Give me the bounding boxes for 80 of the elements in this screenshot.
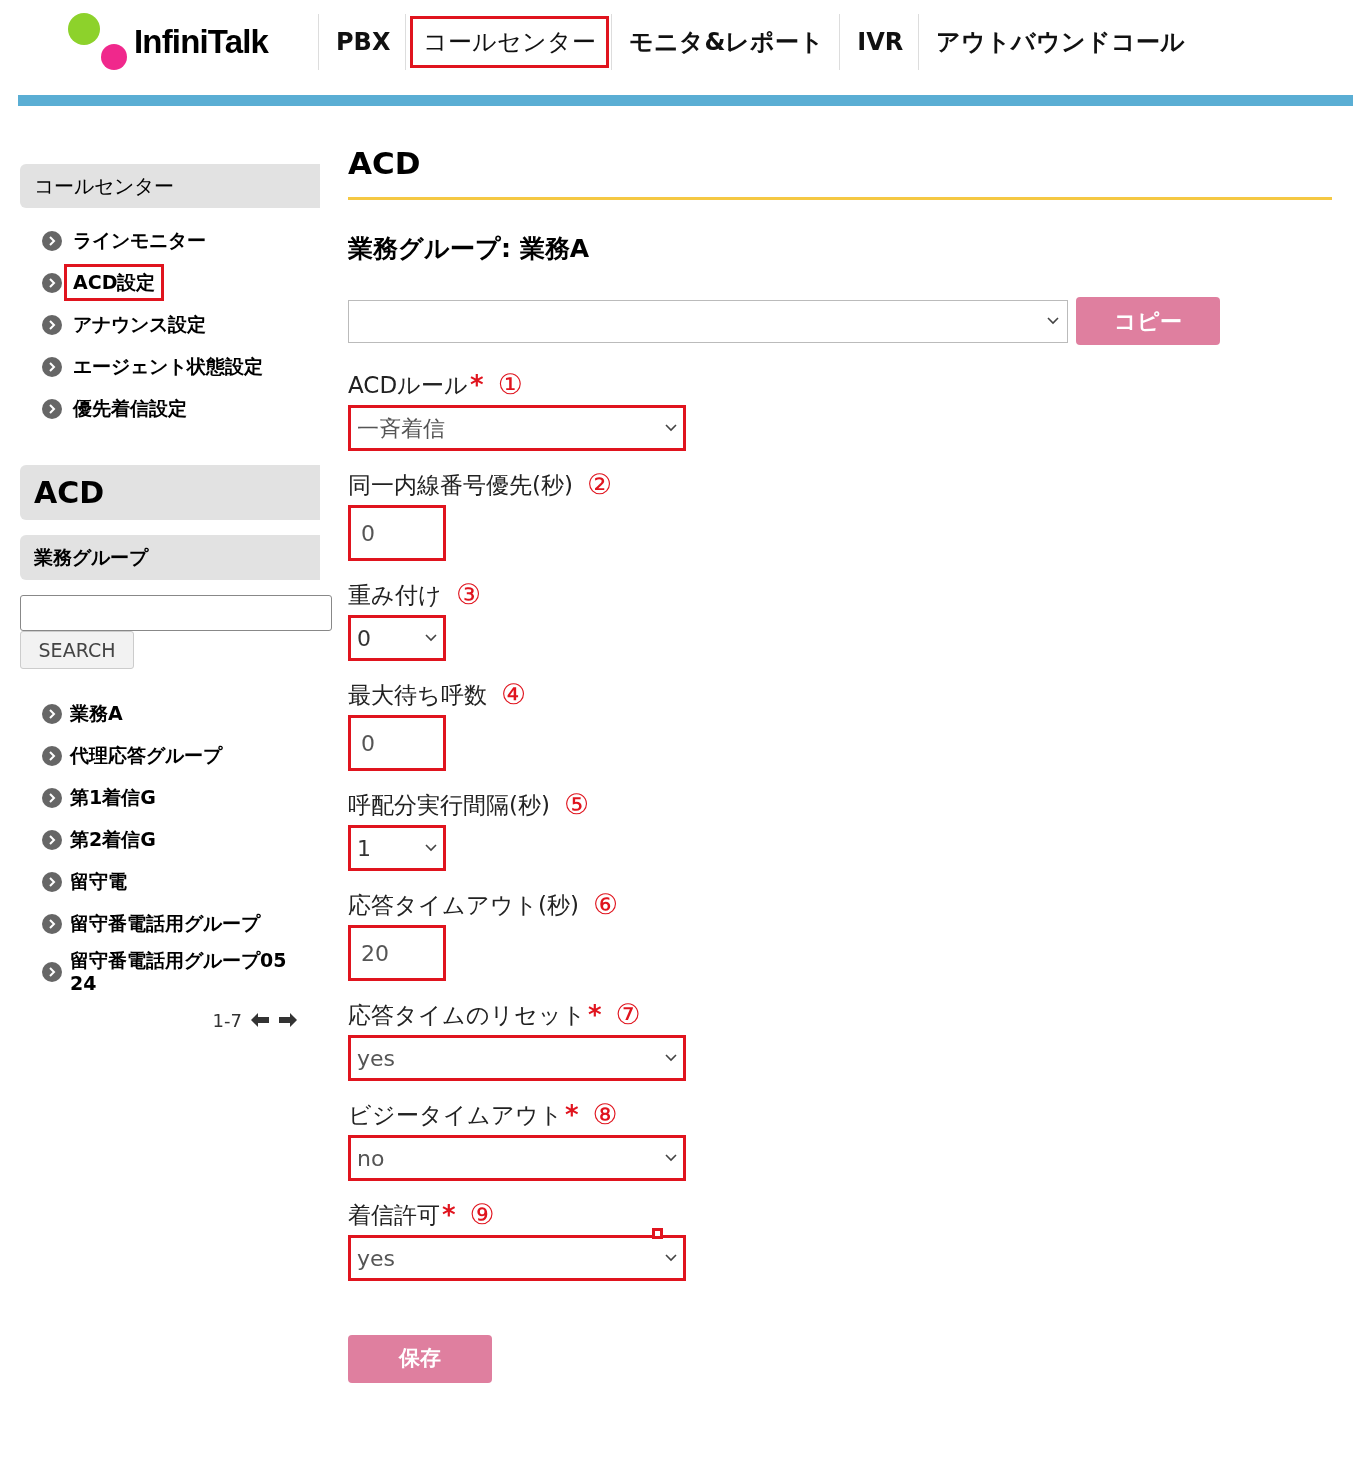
group-link[interactable]: 代理応答グループ bbox=[70, 744, 222, 767]
annotation-number: ⑦ bbox=[615, 1001, 641, 1029]
field-label: 呼配分実行間隔(秒) bbox=[348, 790, 550, 820]
sidebar-subheading: 業務グループ bbox=[20, 535, 320, 580]
field-label: 応答タイムアウト(秒) bbox=[348, 890, 579, 920]
group-link[interactable]: 留守番電話用グループ bbox=[70, 912, 260, 935]
field-label: ビジータイムアウト bbox=[348, 1100, 563, 1130]
required-asterisk: * bbox=[442, 1198, 456, 1232]
nav-link[interactable]: モニタ&レポート bbox=[616, 16, 838, 68]
required-asterisk: * bbox=[565, 1098, 579, 1132]
chevron-down-icon bbox=[665, 1054, 677, 1062]
annotation-number: ⑤ bbox=[563, 791, 590, 819]
group-link[interactable]: 業務A bbox=[70, 702, 123, 725]
arrow-circle-icon bbox=[42, 272, 62, 293]
select-field[interactable]: no bbox=[348, 1135, 686, 1181]
arrow-circle-icon bbox=[42, 961, 62, 982]
select-field[interactable]: 1 bbox=[348, 825, 446, 871]
chevron-down-icon bbox=[665, 1154, 677, 1162]
arrow-circle-icon bbox=[42, 745, 62, 766]
group-link[interactable]: 留守番電話用グループ0524 bbox=[70, 949, 295, 995]
select-field[interactable]: yes bbox=[348, 1235, 686, 1281]
select-field[interactable]: yes bbox=[348, 1035, 686, 1081]
search-field[interactable] bbox=[20, 595, 332, 631]
field-label: 応答タイムのリセット bbox=[348, 1000, 586, 1030]
sidebar-heading: ACD bbox=[20, 465, 320, 520]
annotation-number: ③ bbox=[456, 581, 482, 609]
pagination-count: 1-7 bbox=[212, 1008, 242, 1033]
arrow-circle-icon bbox=[42, 314, 62, 335]
arrow-circle-icon bbox=[42, 356, 62, 377]
arrow-circle-icon bbox=[42, 703, 62, 724]
annotation-number: ① bbox=[497, 371, 523, 399]
sidebar-heading: コールセンター bbox=[20, 164, 320, 208]
annotation-number: ④ bbox=[501, 681, 527, 709]
arrow-circle-icon bbox=[42, 913, 62, 934]
group-link[interactable]: 第2着信G bbox=[70, 828, 156, 851]
chevron-down-icon bbox=[665, 424, 677, 432]
select-field[interactable]: 0 bbox=[348, 615, 446, 661]
logo-icon bbox=[66, 11, 128, 73]
chevron-down-icon bbox=[665, 1254, 677, 1262]
field-label: 最大待ち呼数 bbox=[348, 680, 487, 710]
page-title: ACD bbox=[348, 140, 1332, 200]
arrow-circle-icon bbox=[42, 398, 62, 419]
nav-link[interactable]: PBX bbox=[323, 16, 404, 68]
arrow-left-icon[interactable] bbox=[250, 1012, 270, 1029]
sidebar-link[interactable]: アナウンス設定 bbox=[64, 306, 215, 343]
chevron-down-icon bbox=[425, 634, 437, 642]
logo-text: InfiniTalk bbox=[134, 22, 269, 63]
group-subtitle: 業務グループ: 業務A bbox=[348, 232, 591, 265]
group-link[interactable]: 留守電 bbox=[70, 870, 127, 893]
arrow-circle-icon bbox=[42, 230, 62, 251]
input-field[interactable]: 0 bbox=[348, 715, 446, 771]
field-label: ACDルール bbox=[348, 370, 469, 400]
field-label: 着信許可 bbox=[348, 1200, 440, 1230]
input-field[interactable]: 20 bbox=[348, 925, 446, 981]
select-field[interactable]: 一斉着信 bbox=[348, 405, 686, 451]
field-label: 同一内線番号優先(秒) bbox=[348, 470, 573, 500]
arrow-circle-icon bbox=[42, 787, 62, 808]
annotation-number: ⑧ bbox=[592, 1101, 618, 1129]
sidebar-link[interactable]: ACD設定 bbox=[64, 264, 165, 301]
annotation-number: ② bbox=[586, 471, 613, 499]
required-asterisk: * bbox=[470, 368, 484, 402]
group-link[interactable]: 第1着信G bbox=[70, 786, 156, 809]
chevron-down-icon bbox=[425, 844, 437, 852]
sidebar-link[interactable]: 優先着信設定 bbox=[64, 390, 196, 427]
annotation-number: ⑨ bbox=[469, 1201, 495, 1229]
nav-link[interactable]: アウトバウンドコール bbox=[923, 16, 1199, 68]
arrow-circle-icon bbox=[42, 829, 62, 850]
required-asterisk: * bbox=[588, 998, 602, 1032]
arrow-right-icon[interactable] bbox=[278, 1012, 298, 1029]
nav-link[interactable]: IVR bbox=[844, 16, 917, 68]
annotation-number: ⑥ bbox=[592, 891, 619, 919]
sidebar-link[interactable]: ラインモニター bbox=[64, 222, 215, 259]
chevron-down-icon bbox=[1047, 317, 1059, 325]
arrow-circle-icon bbox=[42, 871, 62, 892]
field-label: 重み付け bbox=[348, 580, 442, 610]
nav-link[interactable]: コールセンター bbox=[410, 16, 610, 68]
input-field[interactable]: 0 bbox=[348, 505, 446, 561]
marker-square bbox=[652, 1228, 663, 1239]
sidebar-link[interactable]: エージェント状態設定 bbox=[64, 348, 272, 385]
search-button[interactable]: SEARCH bbox=[20, 631, 134, 669]
